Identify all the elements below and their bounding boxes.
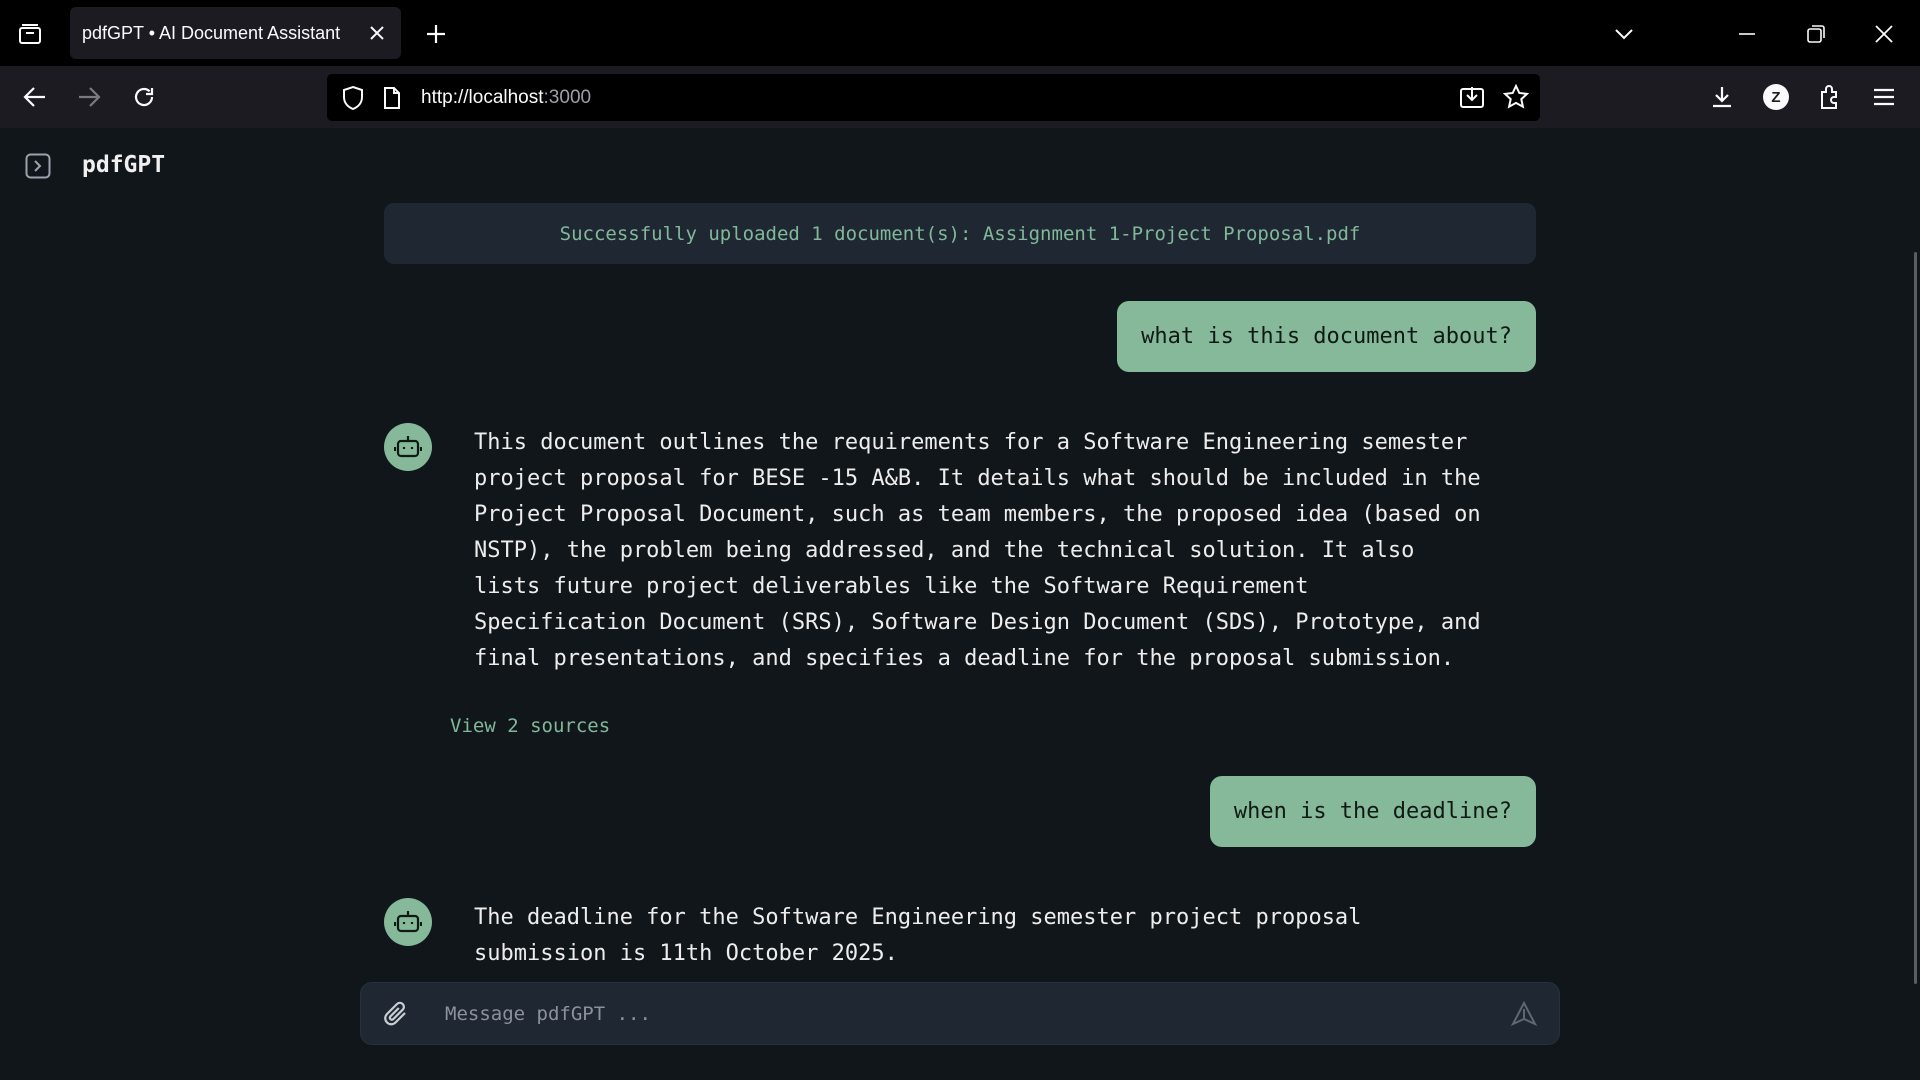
browser-nav-bar: http://localhost:3000 Z: [0, 66, 1920, 128]
url-text[interactable]: http://localhost:3000: [421, 87, 591, 109]
assistant-message-text: The deadline for the Software Engineerin…: [474, 905, 1362, 966]
app-viewport: pdfGPT Successfully uploaded 1 document(…: [0, 128, 1920, 1080]
bookmark-star-icon[interactable]: [1502, 83, 1530, 115]
url-bar[interactable]: http://localhost:3000: [327, 74, 1540, 121]
url-port: :3000: [543, 87, 592, 108]
browser-tab-active[interactable]: pdfGPT • AI Document Assistant: [70, 7, 401, 59]
user-message-bubble: when is the deadline?: [1209, 776, 1536, 847]
bot-avatar: [384, 898, 432, 946]
tab-overflow-chevron-icon[interactable]: [1604, 14, 1644, 54]
attach-paperclip-icon[interactable]: [381, 999, 411, 1029]
browser-tab-bar: pdfGPT • AI Document Assistant: [0, 0, 1920, 66]
scrollbar-thumb[interactable]: [1914, 252, 1917, 984]
page-info-icon[interactable]: [382, 86, 402, 115]
send-icon[interactable]: [1509, 999, 1539, 1029]
tab-list-icon[interactable]: [14, 18, 46, 50]
upload-success-banner: Successfully uploaded 1 document(s): Ass…: [384, 203, 1536, 264]
menu-hamburger-icon[interactable]: [1866, 79, 1902, 115]
extensions-icon[interactable]: [1812, 79, 1848, 115]
restore-icon[interactable]: [1796, 14, 1836, 54]
assistant-message-text: This document outlines the requirements …: [474, 430, 1481, 671]
minimize-icon[interactable]: [1727, 14, 1767, 54]
back-arrow-icon[interactable]: [17, 79, 53, 115]
downloads-icon[interactable]: [1704, 79, 1740, 115]
profile-initial: Z: [1763, 84, 1789, 110]
bot-avatar: [384, 423, 432, 471]
upload-success-text: Successfully uploaded 1 document(s): Ass…: [559, 222, 1361, 245]
view-sources-link[interactable]: View 2 sources: [450, 715, 610, 737]
reload-icon[interactable]: [126, 79, 162, 115]
sidebar-toggle-icon[interactable]: [24, 152, 52, 180]
bot-icon: [394, 911, 422, 933]
message-input[interactable]: [445, 995, 1445, 1033]
bot-icon: [394, 436, 422, 458]
close-window-icon[interactable]: [1864, 14, 1904, 54]
scrollbar[interactable]: [1910, 128, 1920, 1080]
url-host: http://localhost: [421, 87, 544, 108]
app-brand-title: pdfGPT: [82, 152, 166, 178]
shield-icon[interactable]: [341, 85, 365, 116]
tab-close-icon[interactable]: [363, 19, 391, 47]
profile-avatar[interactable]: Z: [1758, 79, 1794, 115]
tab-title: pdfGPT • AI Document Assistant: [82, 23, 341, 43]
install-app-icon[interactable]: [1459, 85, 1485, 114]
new-tab-icon[interactable]: [420, 18, 452, 50]
message-composer: [360, 982, 1560, 1045]
forward-arrow-icon[interactable]: [71, 79, 107, 115]
user-message-bubble: what is this document about?: [1117, 301, 1536, 372]
